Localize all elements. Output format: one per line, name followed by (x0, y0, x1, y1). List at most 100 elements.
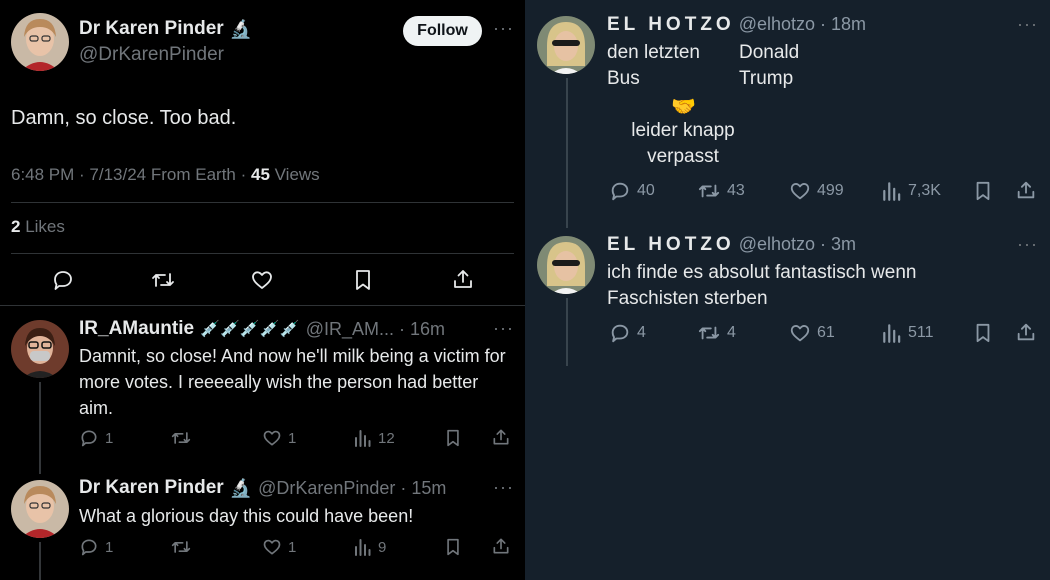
reply-button[interactable]: 1 (79, 428, 113, 448)
reply-button[interactable]: 40 (609, 180, 655, 202)
views-count: 12 (378, 429, 395, 447)
thread-line (39, 382, 41, 474)
avatar[interactable] (11, 13, 69, 71)
thread-line (566, 298, 568, 366)
handle-time[interactable]: @elhotzo · 18m (739, 14, 866, 35)
meme-right-label: Donald Trump (739, 40, 799, 92)
bookmark-button[interactable] (352, 268, 374, 292)
more-options-icon[interactable]: ··· (493, 18, 514, 39)
tweet-text-line1: ich finde es absolut fantastisch wenn (607, 262, 917, 283)
views-icon (355, 430, 371, 447)
reply-icon (54, 271, 72, 290)
repost-icon (698, 326, 720, 340)
reply-text: What a glorious day this could have been… (79, 506, 414, 526)
author-name[interactable]: EL HOTZO (607, 234, 735, 256)
repost-icon (698, 184, 720, 198)
like-button[interactable]: 1 (262, 537, 296, 557)
bookmark-button[interactable] (444, 537, 462, 557)
meme-right-line1: Donald (739, 42, 800, 63)
thread-line (566, 78, 568, 228)
more-options-icon[interactable]: ··· (1017, 234, 1038, 255)
share-button[interactable] (451, 267, 475, 291)
views-button[interactable]: 12 (354, 428, 395, 448)
bookmark-icon (447, 538, 459, 556)
reply-button[interactable] (51, 268, 75, 292)
handle-time[interactable]: @IR_AM... · 16m (306, 319, 445, 340)
reply-count: 4 (637, 324, 646, 341)
reply-text: Damnit, so close! And now he'll milk bei… (79, 346, 506, 418)
bookmark-icon (976, 181, 990, 201)
author-name[interactable]: Dr Karen Pinder (79, 18, 224, 40)
repost-button[interactable] (150, 268, 176, 292)
handle-time[interactable]: @elhotzo · 3m (739, 234, 856, 255)
like-count: 1 (288, 538, 297, 556)
author-name[interactable]: EL HOTZO (607, 14, 735, 36)
follow-button[interactable]: Follow (403, 16, 482, 46)
reply-button[interactable]: 1 (79, 537, 113, 557)
thread-line (39, 542, 41, 580)
more-options-icon[interactable]: ··· (1017, 14, 1038, 35)
like-button[interactable]: 61 (789, 322, 835, 344)
avatar[interactable] (11, 320, 69, 378)
heart-icon (790, 325, 810, 342)
more-options-icon[interactable]: ··· (493, 477, 514, 498)
repost-button[interactable]: 43 (697, 180, 745, 202)
share-button[interactable] (491, 427, 511, 447)
meme-caption: leider knapp verpasst (607, 118, 759, 170)
meme-right-line2: Trump (739, 68, 794, 89)
bookmark-button[interactable] (444, 428, 462, 448)
views-button[interactable]: 9 (354, 537, 386, 557)
views-count: 7,3K (908, 182, 941, 199)
bookmark-icon (447, 429, 459, 447)
like-button[interactable]: 1 (262, 428, 296, 448)
right-panel: EL HOTZO @elhotzo · 18m ··· den letzten … (525, 0, 1050, 580)
meme-left-label: den letzten Bus (607, 40, 700, 92)
meme-caption-line2: verpasst (647, 146, 719, 167)
heart-icon (252, 271, 272, 289)
bookmark-button[interactable] (973, 322, 993, 344)
heart-icon (263, 430, 281, 446)
views-label: Views (269, 165, 320, 184)
repost-button[interactable] (170, 428, 198, 448)
divider (11, 253, 514, 254)
repost-icon (171, 432, 191, 444)
repost-button[interactable]: 4 (697, 322, 736, 344)
share-button[interactable] (491, 536, 511, 556)
microscope-icon: 🔬 (229, 18, 253, 39)
reply-icon (611, 182, 629, 201)
like-button[interactable] (250, 268, 274, 292)
tweet-text: Damn, so close. Too bad. (11, 107, 237, 129)
repost-button[interactable] (170, 537, 198, 557)
handshake-icon: 🤝 (671, 96, 696, 118)
views-icon (355, 539, 371, 556)
divider (11, 202, 514, 203)
bookmark-icon (356, 270, 370, 290)
handle-time[interactable]: @DrKarenPinder · 15m (258, 478, 446, 499)
reply-icon (611, 324, 629, 343)
views-count: 9 (378, 538, 387, 556)
repost-icon (171, 541, 191, 553)
avatar[interactable] (537, 16, 595, 74)
author-handle[interactable]: @DrKarenPinder (79, 44, 224, 66)
reply-button[interactable]: 4 (609, 322, 646, 344)
like-count: 1 (288, 429, 297, 447)
avatar[interactable] (537, 236, 595, 294)
share-icon (493, 429, 509, 445)
share-button[interactable] (1015, 321, 1037, 343)
views-count: 45 (250, 165, 270, 184)
share-icon (454, 270, 472, 288)
avatar[interactable] (11, 480, 69, 538)
reply-count: 1 (105, 538, 114, 556)
repost-count: 4 (727, 324, 736, 341)
likes-summary[interactable]: 2 Likes (11, 217, 65, 237)
like-button[interactable]: 499 (789, 180, 844, 202)
tweet-timestamp[interactable]: 6:48 PM · 7/13/24 From Earth · (11, 165, 251, 184)
left-panel: Dr Karen Pinder 🔬 @DrKarenPinder Follow … (0, 0, 525, 580)
author-name[interactable]: IR_AMauntie (79, 318, 194, 340)
views-button[interactable]: 7,3K (882, 180, 941, 202)
author-name[interactable]: Dr Karen Pinder (79, 477, 224, 499)
share-button[interactable] (1015, 179, 1037, 201)
views-button[interactable]: 511 (882, 322, 934, 344)
more-options-icon[interactable]: ··· (493, 318, 514, 339)
bookmark-button[interactable] (973, 180, 993, 202)
